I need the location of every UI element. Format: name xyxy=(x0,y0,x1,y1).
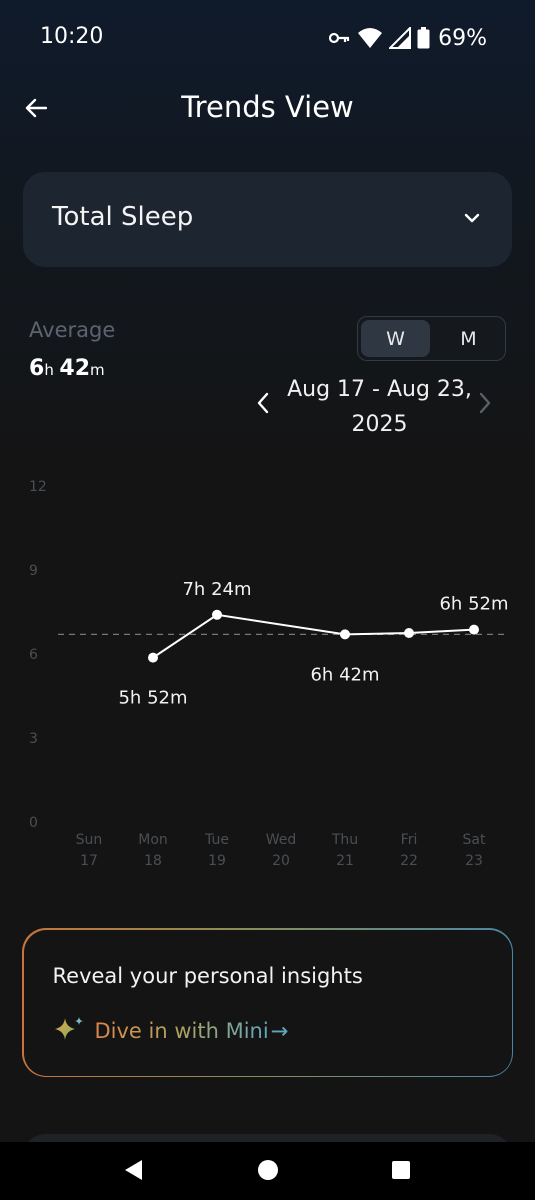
back-triangle-icon[interactable] xyxy=(124,1159,144,1185)
x-tick-day: Mon xyxy=(138,832,168,848)
data-label: 5h 52m xyxy=(118,688,187,709)
period-week-button[interactable]: W xyxy=(361,320,430,357)
page-title: Trends View xyxy=(181,90,354,124)
x-tick-day: Wed xyxy=(266,832,297,848)
sleep-trend-chart: 0 3 6 9 12 Sun 17 Mon 18 Tue 19 Wed 20 Thu 21 Fri 22 Sat 2… xyxy=(29,479,509,869)
y-tick-label: 12 xyxy=(29,479,47,495)
data-point xyxy=(212,609,222,620)
dive-in-link-text: Dive in with Mini xyxy=(94,1018,269,1043)
average-label: Average xyxy=(29,318,116,342)
wifi-icon xyxy=(357,27,383,49)
x-tick-date: 18 xyxy=(144,853,162,869)
app-bar: Trends View xyxy=(0,80,535,140)
chevron-right-icon xyxy=(479,392,491,414)
chevron-left-icon xyxy=(257,392,269,414)
x-tick-day: Sat xyxy=(463,832,486,848)
x-tick-day: Tue xyxy=(204,832,229,848)
date-range-line2: 2025 xyxy=(351,412,408,437)
x-tick-date: 23 xyxy=(465,853,483,869)
previous-week-button[interactable] xyxy=(256,392,270,418)
chevron-down-icon xyxy=(464,208,480,227)
status-icons: 69% xyxy=(329,24,487,52)
average-hours: 6 xyxy=(29,356,45,381)
insights-title: Reveal your personal insights xyxy=(52,963,363,988)
series-line xyxy=(152,613,475,659)
average-minutes-unit: m xyxy=(90,361,105,379)
sparkle-icon xyxy=(53,1016,87,1046)
x-tick-date: 17 xyxy=(80,853,98,869)
dive-in-link[interactable]: Dive in with Mini → xyxy=(53,1016,289,1046)
x-tick-date: 19 xyxy=(208,853,226,869)
x-tick-date: 21 xyxy=(336,853,354,869)
period-month-button[interactable]: M xyxy=(434,320,503,357)
insights-card[interactable]: Reveal your personal insights Dive in wi… xyxy=(22,928,513,1077)
signal-icon xyxy=(389,27,412,49)
period-toggle: W M xyxy=(357,316,506,361)
system-nav-bar xyxy=(0,1142,535,1200)
x-tick-date: 22 xyxy=(400,853,418,869)
data-point xyxy=(148,652,158,663)
vpn-key-icon xyxy=(329,31,351,45)
y-tick-label: 0 xyxy=(29,815,38,831)
average-value: 6h 42m xyxy=(29,356,105,381)
status-bar: 10:20 69% xyxy=(0,0,535,76)
arrow-right-icon: → xyxy=(270,1018,289,1043)
battery-percentage: 69% xyxy=(438,25,487,51)
data-point xyxy=(340,629,350,640)
x-tick-day: Thu xyxy=(331,832,358,848)
y-tick-label: 9 xyxy=(29,563,38,579)
average-minutes: 42 xyxy=(59,356,91,381)
y-tick-label: 3 xyxy=(29,731,38,747)
data-label: 7h 24m xyxy=(182,579,251,600)
battery-icon xyxy=(417,27,430,49)
x-tick-day: Fri xyxy=(401,832,418,848)
x-tick-date: 20 xyxy=(272,853,290,869)
metric-dropdown-value: Total Sleep xyxy=(52,202,194,232)
next-week-button[interactable] xyxy=(478,392,492,418)
status-time: 10:20 xyxy=(40,24,104,49)
y-tick-label: 6 xyxy=(29,647,38,663)
x-tick-day: Sun xyxy=(76,832,103,848)
metric-dropdown[interactable]: Total Sleep xyxy=(23,172,512,267)
average-hours-unit: h xyxy=(44,361,54,379)
data-point xyxy=(404,628,414,638)
recents-square-icon[interactable] xyxy=(391,1159,411,1185)
date-range-line1: Aug 17 - Aug 23, xyxy=(287,377,472,402)
data-label: 6h 42m xyxy=(310,664,379,685)
data-point xyxy=(469,624,479,635)
date-range: Aug 17 - Aug 23, 2025 xyxy=(282,372,477,442)
home-circle-icon[interactable] xyxy=(257,1159,279,1185)
insights-card-body: Reveal your personal insights Dive in wi… xyxy=(23,929,512,1076)
data-label: 6h 52m xyxy=(439,594,508,615)
